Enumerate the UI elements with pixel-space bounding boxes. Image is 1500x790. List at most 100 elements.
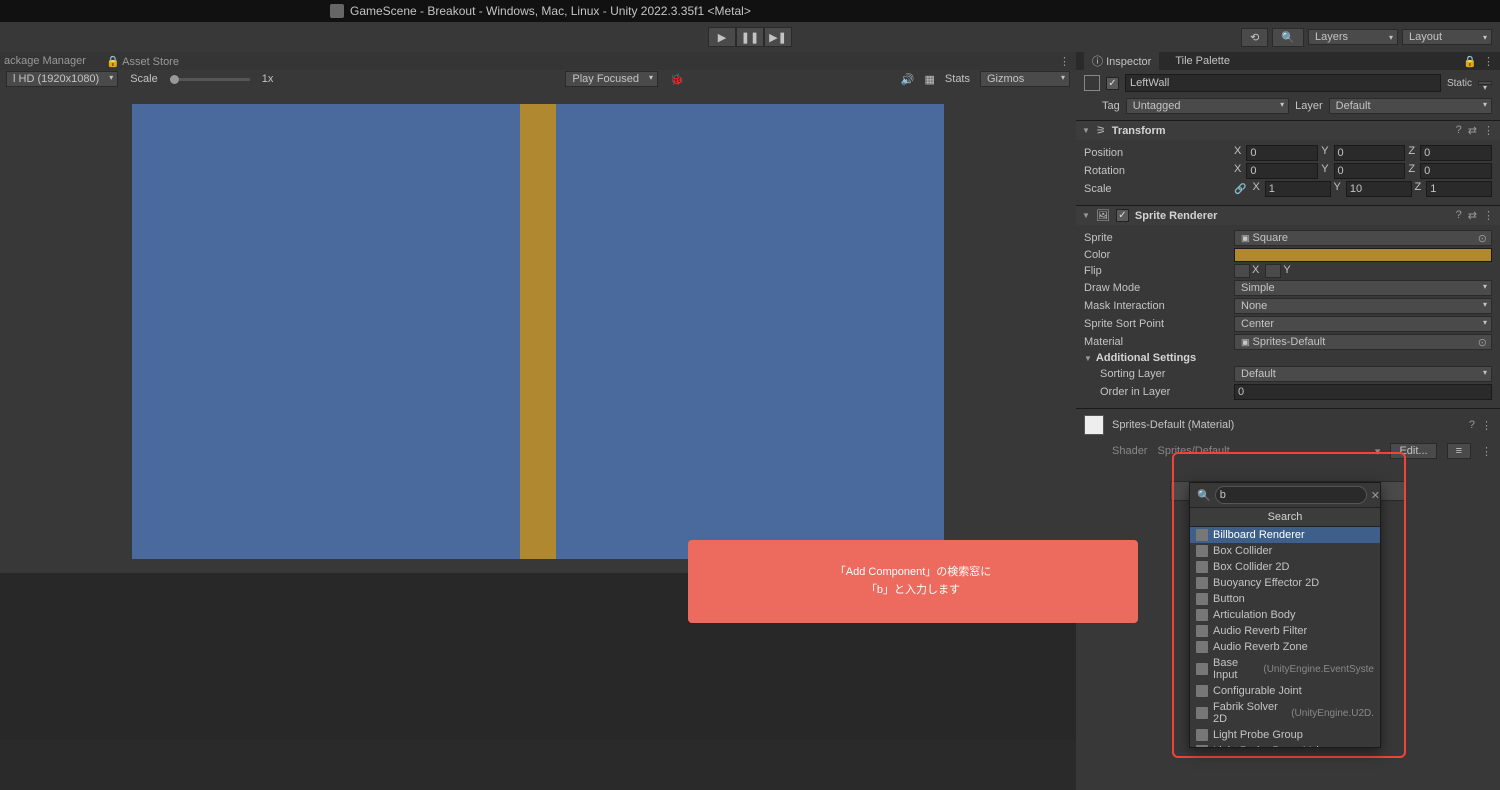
- scale-label: Scale: [130, 73, 158, 85]
- search-result-item[interactable]: Buoyancy Effector 2D: [1190, 575, 1380, 591]
- sprite-field[interactable]: Square: [1234, 230, 1492, 246]
- static-label: Static: [1447, 78, 1472, 89]
- step-button[interactable]: ▶❚: [764, 27, 792, 47]
- tab-inspector[interactable]: ⓘ Inspector: [1084, 51, 1159, 71]
- stats-button[interactable]: Stats: [945, 73, 970, 85]
- sorting-layer-dropdown[interactable]: Default: [1234, 366, 1492, 382]
- color-field[interactable]: [1234, 248, 1492, 262]
- search-result-item[interactable]: Fabrik Solver 2D(UnityEngine.U2D.: [1190, 699, 1380, 727]
- material-label: Material: [1084, 336, 1230, 348]
- rot-z[interactable]: [1420, 163, 1492, 179]
- component-search-input[interactable]: [1215, 486, 1367, 504]
- object-name-input[interactable]: [1125, 74, 1441, 92]
- preset-button[interactable]: ≡: [1447, 443, 1471, 459]
- scale-value: 1x: [262, 73, 274, 85]
- additional-settings-label[interactable]: Additional Settings: [1096, 352, 1196, 364]
- constrain-icon[interactable]: 🔗: [1234, 184, 1246, 195]
- menu-icon[interactable]: ⋮: [1483, 124, 1494, 137]
- search-result-item[interactable]: Articulation Body: [1190, 607, 1380, 623]
- component-title: Sprite Renderer: [1135, 210, 1218, 222]
- play-focused-dropdown[interactable]: Play Focused: [565, 71, 658, 87]
- annotation-callout: 「Add Component」の検索窓に 「b」と入力します: [688, 540, 1138, 623]
- panel-tabs: ackage Manager 🔒 Asset Store ⋮: [0, 52, 1076, 70]
- search-result-item[interactable]: Billboard Renderer: [1190, 527, 1380, 543]
- scale-slider[interactable]: [170, 78, 250, 81]
- material-preview-icon: [1084, 415, 1104, 435]
- tab-asset-store[interactable]: 🔒 Asset Store: [106, 55, 179, 68]
- mute-icon[interactable]: 🔊: [901, 73, 915, 86]
- search-result-item[interactable]: Audio Reverb Zone: [1190, 639, 1380, 655]
- sort-point-label: Sprite Sort Point: [1084, 318, 1230, 330]
- tab-more-icon[interactable]: ⋮: [1059, 55, 1070, 68]
- game-toolbar: l HD (1920x1080) Scale 1x Play Focused 🐞…: [0, 70, 1076, 88]
- tag-dropdown[interactable]: Untagged: [1126, 98, 1289, 114]
- help-icon[interactable]: ?: [1456, 209, 1462, 222]
- help-icon[interactable]: ?: [1469, 419, 1475, 432]
- search-result-item[interactable]: Audio Reverb Filter: [1190, 623, 1380, 639]
- order-input[interactable]: [1234, 384, 1492, 400]
- preset-icon[interactable]: ⇄: [1468, 124, 1477, 137]
- flip-x-checkbox[interactable]: [1234, 264, 1250, 278]
- component-title: Transform: [1112, 125, 1166, 137]
- search-result-item[interactable]: Light Probe Proxy Volume: [1190, 743, 1380, 747]
- enabled-checkbox[interactable]: ✓: [1116, 209, 1129, 222]
- play-button[interactable]: ▶: [708, 27, 736, 47]
- material-header[interactable]: Sprites-Default (Material) ?⋮: [1076, 408, 1500, 441]
- more-icon[interactable]: ⋮: [1483, 55, 1494, 68]
- pos-z[interactable]: [1420, 145, 1492, 161]
- flip-y-checkbox[interactable]: [1265, 264, 1281, 278]
- preset-icon[interactable]: ⇄: [1468, 209, 1477, 222]
- search-result-item[interactable]: Configurable Joint: [1190, 683, 1380, 699]
- pos-x[interactable]: [1246, 145, 1318, 161]
- scl-y[interactable]: [1346, 181, 1412, 197]
- gizmos-dropdown[interactable]: Gizmos: [980, 71, 1070, 87]
- order-label: Order in Layer: [1084, 386, 1230, 398]
- lock-icon[interactable]: 🔒: [1463, 55, 1477, 68]
- draw-mode-dropdown[interactable]: Simple: [1234, 280, 1492, 296]
- rot-y[interactable]: [1334, 163, 1406, 179]
- gameobject-icon[interactable]: [1084, 75, 1100, 91]
- rot-x[interactable]: [1246, 163, 1318, 179]
- menu-icon[interactable]: ⋮: [1481, 419, 1492, 432]
- clear-icon[interactable]: ✕: [1367, 489, 1384, 502]
- search-result-item[interactable]: Light Probe Group: [1190, 727, 1380, 743]
- undo-history-button[interactable]: ⟲: [1241, 28, 1268, 47]
- help-icon[interactable]: ?: [1456, 124, 1462, 137]
- layers-dropdown[interactable]: Layers: [1308, 29, 1398, 45]
- menu-icon[interactable]: ⋮: [1481, 445, 1492, 458]
- tab-tile-palette[interactable]: Tile Palette: [1175, 55, 1230, 67]
- search-result-item[interactable]: Box Collider: [1190, 543, 1380, 559]
- bug-icon[interactable]: 🐞: [670, 73, 684, 86]
- active-checkbox[interactable]: ✓: [1106, 77, 1119, 90]
- scl-x[interactable]: [1265, 181, 1331, 197]
- menu-icon[interactable]: ⋮: [1483, 209, 1494, 222]
- tab-package-manager[interactable]: ackage Manager: [4, 55, 86, 67]
- search-result-item[interactable]: Box Collider 2D: [1190, 559, 1380, 575]
- collapse-icon[interactable]: ▼: [1082, 126, 1090, 135]
- shader-label: Shader: [1112, 445, 1147, 457]
- collapse-icon[interactable]: ▼: [1082, 211, 1090, 220]
- game-view-panel: ackage Manager 🔒 Asset Store ⋮ l HD (192…: [0, 52, 1076, 790]
- scl-z[interactable]: [1426, 181, 1492, 197]
- pos-y[interactable]: [1334, 145, 1406, 161]
- mask-dropdown[interactable]: None: [1234, 298, 1492, 314]
- sort-point-dropdown[interactable]: Center: [1234, 316, 1492, 332]
- left-wall-sprite: [520, 104, 556, 559]
- search-result-item[interactable]: Button: [1190, 591, 1380, 607]
- layout-dropdown[interactable]: Layout: [1402, 29, 1492, 45]
- edit-button[interactable]: Edit...: [1390, 443, 1436, 459]
- grid-icon[interactable]: ▦: [925, 73, 935, 86]
- unity-icon: [330, 4, 344, 18]
- static-dropdown[interactable]: [1478, 81, 1492, 85]
- layer-dropdown[interactable]: Default: [1329, 98, 1492, 114]
- rotation-label: Rotation: [1084, 165, 1230, 177]
- material-field[interactable]: Sprites-Default: [1234, 334, 1492, 350]
- resolution-dropdown[interactable]: l HD (1920x1080): [6, 71, 118, 87]
- window-title: GameScene - Breakout - Windows, Mac, Lin…: [350, 4, 751, 18]
- pause-button[interactable]: ❚❚: [736, 27, 764, 47]
- layer-label: Layer: [1295, 100, 1323, 112]
- transform-icon: ⚞: [1096, 124, 1106, 137]
- shader-value: Sprites/Default: [1157, 445, 1229, 457]
- search-result-item[interactable]: Base Input(UnityEngine.EventSyste: [1190, 655, 1380, 683]
- search-button[interactable]: 🔍: [1272, 28, 1304, 47]
